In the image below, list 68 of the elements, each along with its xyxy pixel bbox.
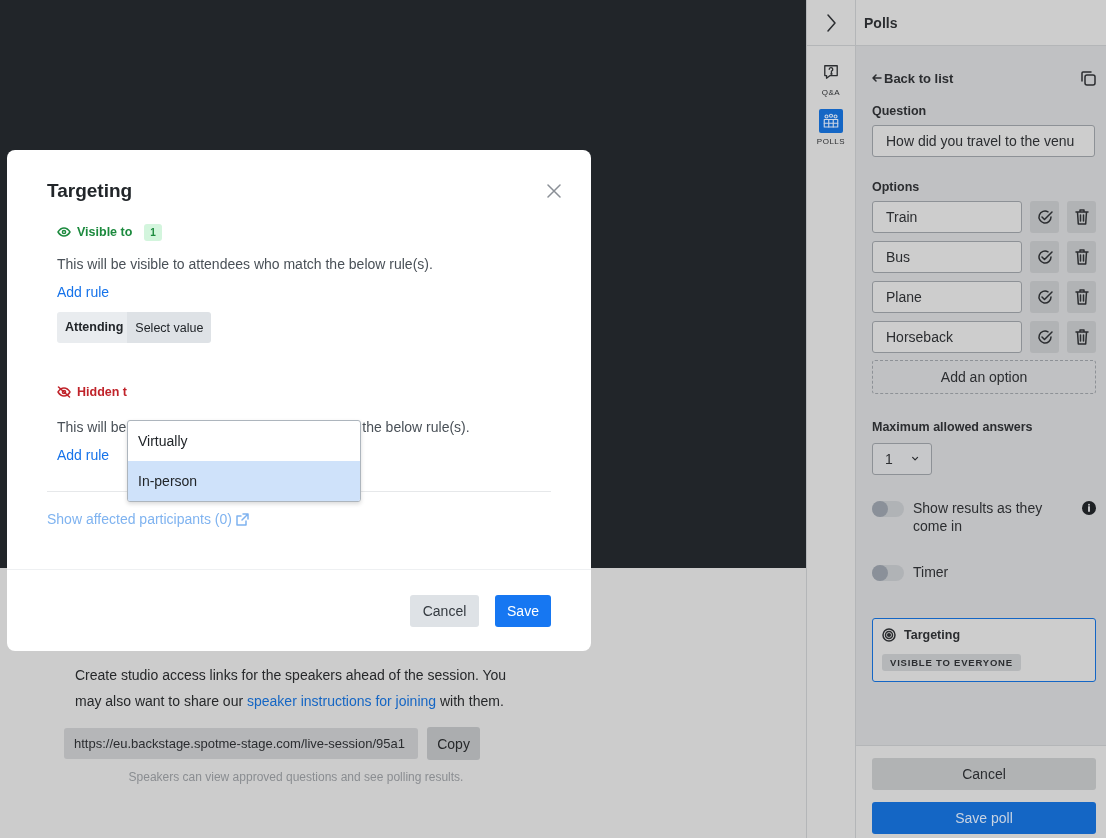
dialog-title: Targeting [47, 180, 133, 202]
add-option-button[interactable]: Add an option [872, 360, 1096, 394]
external-link-icon [235, 512, 249, 526]
targeting-title: Targeting [904, 628, 961, 642]
trash-icon [1073, 328, 1090, 346]
mark-correct-button[interactable] [1030, 201, 1059, 233]
trash-icon [1073, 248, 1090, 266]
panel-title: Polls [864, 14, 898, 31]
add-rule-link[interactable]: Add rule [57, 284, 110, 300]
field-label: Maximum allowed answers [872, 420, 1033, 434]
option-field[interactable]: Train [872, 201, 1022, 233]
instructions-text: Create studio access links for the speakers ahead of the session. You may also want to share our speaker instructions for joining with them. [75, 666, 508, 711]
mark-correct-button[interactable] [1030, 281, 1059, 313]
delete-button[interactable] [1067, 241, 1096, 273]
eye-slash-icon [57, 386, 71, 398]
count-badge: 1 [144, 223, 162, 241]
duplicate-icon[interactable] [1080, 70, 1096, 86]
mark-correct-button[interactable] [1030, 321, 1059, 353]
rail-tab[interactable]: POLLS [816, 109, 846, 146]
max-answers-select[interactable]: 1 [872, 443, 932, 475]
section-label: Hidden t [77, 385, 127, 399]
option-field[interactable]: Bus [872, 241, 1022, 273]
back-link[interactable]: Back to list [872, 70, 954, 86]
instructions-link[interactable]: speaker instructions for joining [247, 693, 437, 709]
cancel-button[interactable]: Cancel [410, 595, 479, 627]
section-label: Visible to [77, 225, 133, 239]
question-field[interactable]: How did you travel to the venu [872, 125, 1095, 157]
targeting-card[interactable]: Targeting VISIBLE TO EVERYONE [872, 618, 1096, 682]
eye-icon [57, 227, 71, 237]
toggle-label: Show results as they come in [913, 499, 1044, 535]
save-button[interactable]: Save [495, 595, 551, 627]
cancel-button[interactable]: Cancel [872, 758, 1096, 790]
trash-icon [1073, 288, 1090, 306]
description-text: This will be [57, 419, 127, 435]
description-text: This will be visible to attendees who match the below rule(s). [57, 256, 433, 272]
copy-button[interactable]: Copy [427, 727, 480, 760]
chevron-down-icon [910, 455, 919, 463]
check-circle-icon [1035, 248, 1054, 266]
visibility-badge: VISIBLE TO EVERYONE [882, 654, 1021, 671]
check-circle-icon [1035, 288, 1054, 306]
arrow-left-icon [872, 73, 882, 83]
chevron-right-icon[interactable] [824, 12, 838, 33]
field-label: Options [872, 180, 920, 194]
close-icon[interactable] [547, 184, 561, 198]
dropdown-option[interactable]: In-person [128, 461, 360, 501]
toggle-switch[interactable] [872, 501, 904, 517]
delete-button[interactable] [1067, 201, 1096, 233]
description-text: the below rule(s). [362, 419, 470, 435]
field-label: Question [872, 104, 927, 118]
rule-value-select[interactable]: Select value [127, 312, 212, 343]
rail-tab[interactable]: Q&A [819, 60, 843, 97]
url-field[interactable]: https://eu.backstage.spotme-stage.com/live-session/95a1 [64, 728, 419, 759]
check-circle-icon [1035, 208, 1054, 226]
target-icon [882, 628, 896, 642]
trash-icon [1073, 208, 1090, 226]
option-field[interactable]: Plane [872, 281, 1022, 313]
rule-attribute: Attending [57, 312, 128, 343]
toggle-label: Timer [913, 563, 950, 581]
dropdown-option[interactable]: Virtually [128, 421, 360, 461]
delete-button[interactable] [1067, 321, 1096, 353]
save-poll-button[interactable]: Save poll [872, 802, 1096, 834]
option-field[interactable]: Horseback [872, 321, 1022, 353]
caption-text: Speakers can view approved questions and see polling results. [127, 770, 465, 784]
add-rule-link[interactable]: Add rule [57, 447, 110, 463]
check-circle-icon [1035, 328, 1054, 346]
mark-correct-button[interactable] [1030, 241, 1059, 273]
delete-button[interactable] [1067, 281, 1096, 313]
toggle-switch[interactable] [872, 565, 904, 581]
